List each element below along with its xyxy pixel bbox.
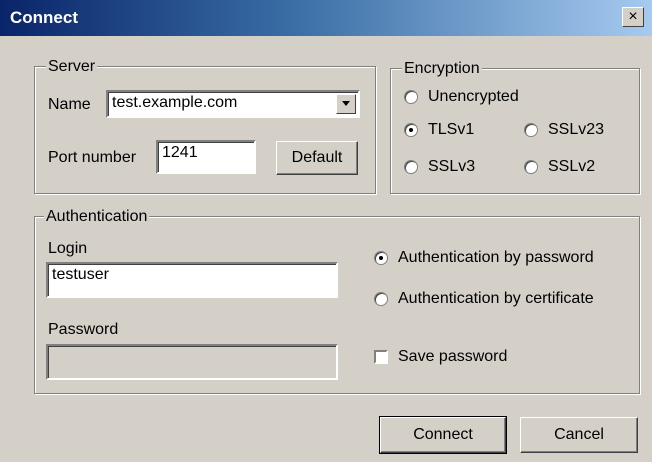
login-label: Login — [48, 240, 88, 257]
radio-unencrypted-label: Unencrypted — [428, 88, 519, 105]
port-number-value: 1241 — [162, 144, 198, 161]
title-bar — [0, 0, 652, 36]
radio-auth-by-password-label: Authentication by password — [398, 249, 594, 266]
server-legend: Server — [46, 58, 98, 76]
window-title: Connect — [10, 8, 78, 27]
server-name-value: test.example.com — [112, 94, 238, 111]
encryption-legend: Encryption — [402, 60, 482, 78]
port-number-input[interactable]: 1241 — [156, 140, 256, 174]
connect-button[interactable]: Connect — [379, 416, 507, 454]
port-number-label: Port number — [48, 149, 137, 166]
radio-sslv23[interactable]: SSLv23 — [524, 120, 604, 140]
radio-sslv2-label: SSLv2 — [548, 158, 596, 175]
radio-sslv2[interactable]: SSLv2 — [524, 157, 595, 177]
radio-button-icon — [374, 292, 388, 306]
server-name-combobox[interactable]: test.example.com — [106, 90, 360, 118]
checkbox-icon — [374, 350, 388, 364]
radio-button-icon — [404, 160, 418, 174]
radio-auth-by-certificate[interactable]: Authentication by certificate — [374, 289, 594, 309]
radio-sslv3[interactable]: SSLv3 — [404, 157, 475, 177]
password-input[interactable] — [46, 344, 338, 380]
radio-button-checked-icon — [404, 123, 418, 137]
close-button[interactable]: × — [622, 7, 644, 27]
chevron-down-icon — [342, 101, 350, 106]
save-password-label: Save password — [398, 348, 508, 365]
radio-tlsv1-label: TLSv1 — [428, 121, 475, 138]
radio-button-icon — [404, 90, 418, 104]
server-name-dropdown-button[interactable] — [336, 94, 356, 114]
radio-button-icon — [524, 123, 538, 137]
default-button[interactable]: Default — [276, 141, 358, 175]
radio-auth-by-certificate-label: Authentication by certificate — [398, 290, 594, 307]
radio-button-checked-icon — [374, 251, 388, 265]
password-label: Password — [48, 321, 119, 338]
name-label: Name — [48, 96, 91, 113]
close-icon: × — [628, 8, 638, 25]
radio-auth-by-password[interactable]: Authentication by password — [374, 248, 594, 268]
radio-button-icon — [524, 160, 538, 174]
radio-sslv3-label: SSLv3 — [428, 158, 476, 175]
authentication-legend: Authentication — [44, 208, 150, 226]
radio-tlsv1[interactable]: TLSv1 — [404, 120, 474, 140]
login-input[interactable]: testuser — [46, 262, 338, 298]
radio-unencrypted[interactable]: Unencrypted — [404, 87, 519, 107]
login-value: testuser — [52, 266, 109, 283]
radio-sslv23-label: SSLv23 — [548, 121, 605, 138]
cancel-button[interactable]: Cancel — [520, 417, 638, 453]
save-password-checkbox[interactable]: Save password — [374, 347, 507, 367]
